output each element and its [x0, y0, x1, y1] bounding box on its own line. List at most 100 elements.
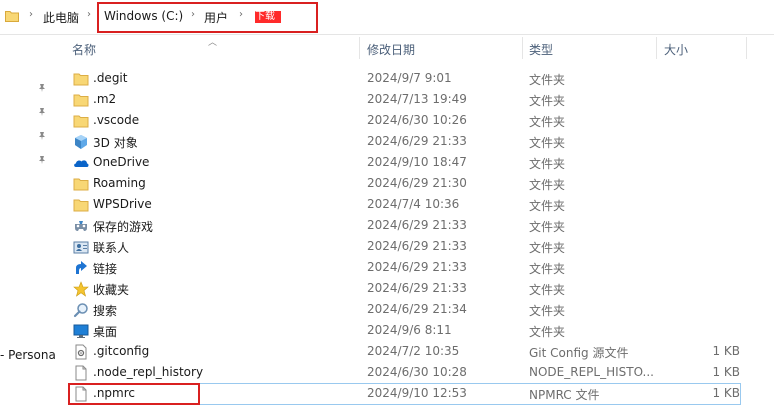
breadcrumb-item-users[interactable]: 用户 [204, 9, 228, 26]
file-modified: 2024/7/13 19:49 [367, 92, 467, 106]
list-item[interactable]: WPSDrive 2024/7/4 10:36 文件夹 [60, 194, 774, 215]
file-icon [75, 365, 87, 381]
column-divider[interactable] [746, 37, 747, 59]
file-size: 1 KB [712, 344, 740, 358]
file-modified: 2024/6/29 21:34 [367, 302, 467, 316]
folder-icon [73, 94, 89, 107]
file-type: 文件夹 [529, 199, 566, 213]
breadcrumb-chevron-icon[interactable]: › [188, 9, 198, 20]
file-name: .m2 [93, 92, 117, 106]
file-name: 收藏夹 [93, 283, 130, 297]
favorites-icon [73, 281, 89, 297]
breadcrumb-chevron-icon[interactable]: › [236, 9, 246, 20]
file-name: 链接 [93, 262, 118, 276]
file-type: 文件夹 [529, 220, 566, 234]
file-modified: 2024/6/29 21:33 [367, 134, 467, 148]
file-modified: 2024/6/29 21:33 [367, 260, 467, 274]
list-item[interactable]: OneDrive 2024/9/10 18:47 文件夹 [60, 152, 774, 173]
column-header-name[interactable]: 名称 [72, 41, 96, 58]
list-item[interactable]: 联系人 2024/6/29 21:33 文件夹 [60, 236, 774, 257]
file-modified: 2024/9/10 12:53 [367, 386, 467, 400]
list-item[interactable]: .node_repl_history 2024/6/30 10:28 NODE_… [60, 362, 774, 383]
file-type: 文件夹 [529, 283, 566, 297]
3d-objects-icon [75, 135, 87, 149]
breadcrumb-item-this-pc[interactable]: 此电脑 [43, 9, 79, 26]
file-name: 搜索 [93, 304, 118, 318]
file-type: 文件夹 [529, 73, 566, 87]
column-header-row: ︿ 名称 修改日期 类型 大小 [60, 35, 774, 61]
file-type: 文件夹 [529, 325, 566, 339]
links-icon [76, 261, 87, 274]
column-header-size[interactable]: 大小 [664, 41, 688, 58]
folder-icon [73, 199, 89, 212]
column-header-type[interactable]: 类型 [529, 41, 553, 58]
searches-icon [73, 303, 88, 318]
list-item[interactable]: 收藏夹 2024/6/29 21:33 文件夹 [60, 278, 774, 299]
file-modified: 2024/6/29 21:33 [367, 281, 467, 295]
file-modified: 2024/7/2 10:35 [367, 344, 460, 358]
breadcrumb-chevron-icon[interactable]: › [26, 9, 36, 20]
file-name: 联系人 [93, 241, 130, 255]
file-icon [75, 386, 87, 402]
list-item[interactable]: 3D 对象 2024/6/29 21:33 文件夹 [60, 131, 774, 152]
file-list: .degit 2024/9/7 9:01 文件夹 .m2 2024/7/13 1… [60, 68, 774, 404]
file-type: 文件夹 [529, 178, 566, 192]
onedrive-icon [74, 160, 89, 167]
column-header-modified[interactable]: 修改日期 [367, 41, 415, 58]
file-type: 文件夹 [529, 304, 566, 318]
pin-icon[interactable] [37, 155, 47, 165]
file-type: 文件夹 [529, 115, 566, 129]
breadcrumb-chevron-icon[interactable]: › [84, 9, 94, 20]
list-item[interactable]: Roaming 2024/6/29 21:30 文件夹 [60, 173, 774, 194]
file-name: .npmrc [93, 386, 135, 400]
list-item[interactable]: .vscode 2024/6/30 10:26 文件夹 [60, 110, 774, 131]
list-item[interactable]: .gitconfig 2024/7/2 10:35 Git Config 源文件… [60, 341, 774, 362]
file-name: WPSDrive [93, 197, 152, 211]
file-size: 1 KB [712, 386, 740, 400]
list-item[interactable]: 搜索 2024/6/29 21:34 文件夹 [60, 299, 774, 320]
saved-games-icon [75, 221, 87, 231]
list-item[interactable]: .npmrc 2024/9/10 12:53 NPMRC 文件 1 KB [60, 383, 774, 404]
file-type: Git Config 源文件 [529, 346, 629, 360]
file-type: NPMRC 文件 [529, 388, 600, 402]
folder-icon [73, 73, 89, 86]
pin-icon[interactable] [37, 83, 47, 93]
navigation-pane: - Persona [0, 35, 60, 409]
file-modified: 2024/6/29 21:33 [367, 218, 467, 232]
column-divider[interactable] [656, 37, 657, 59]
file-type: NODE_REPL_HISTO... [529, 365, 654, 379]
file-modified: 2024/9/10 18:47 [367, 155, 467, 169]
desktop-icon [73, 324, 89, 338]
folder-icon [5, 11, 19, 22]
list-item[interactable]: .degit 2024/9/7 9:01 文件夹 [60, 68, 774, 89]
nav-item-personal[interactable]: - Persona [0, 348, 56, 362]
file-type: 文件夹 [529, 94, 566, 108]
pin-icon[interactable] [37, 131, 47, 141]
file-name: .gitconfig [93, 344, 150, 358]
column-divider[interactable] [359, 37, 360, 59]
file-modified: 2024/6/29 21:33 [367, 239, 467, 253]
file-name: Roaming [93, 176, 146, 190]
sort-ascending-icon: ︿ [208, 38, 218, 48]
file-modified: 2024/7/4 10:36 [367, 197, 460, 211]
list-item[interactable]: 链接 2024/6/29 21:33 文件夹 [60, 257, 774, 278]
file-modified: 2024/9/7 9:01 [367, 71, 452, 85]
file-name: .degit [93, 71, 128, 85]
address-bar[interactable]: › 此电脑 › Windows (C:) › 用户 › 下载 [0, 0, 774, 35]
file-modified: 2024/6/30 10:28 [367, 365, 467, 379]
file-modified: 2024/6/30 10:26 [367, 113, 467, 127]
contacts-icon [73, 241, 89, 254]
list-item[interactable]: 保存的游戏 2024/6/29 21:33 文件夹 [60, 215, 774, 236]
file-size: 1 KB [712, 365, 740, 379]
file-name: 3D 对象 [93, 136, 138, 150]
file-type: 文件夹 [529, 241, 566, 255]
column-divider[interactable] [522, 37, 523, 59]
list-item[interactable]: 桌面 2024/9/6 8:11 文件夹 [60, 320, 774, 341]
breadcrumb-item-user[interactable]: 下载 [255, 11, 281, 23]
scrollbar-track[interactable] [764, 35, 774, 409]
file-modified: 2024/9/6 8:11 [367, 323, 452, 337]
list-item[interactable]: .m2 2024/7/13 19:49 文件夹 [60, 89, 774, 110]
pin-icon[interactable] [37, 107, 47, 117]
folder-icon [73, 178, 89, 191]
breadcrumb-item-drive[interactable]: Windows (C:) [104, 9, 183, 23]
